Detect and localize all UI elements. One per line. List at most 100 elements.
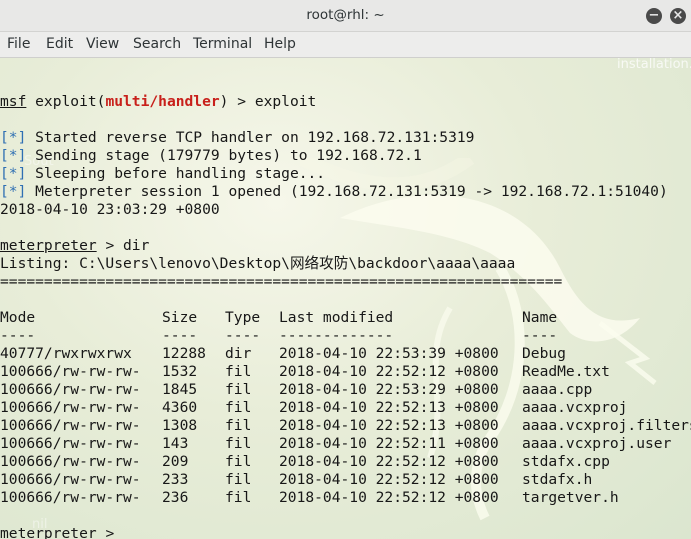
prompt-caret: > — [96, 525, 115, 539]
cell-modified: 2018-04-10 22:52:12 +0800 — [279, 471, 499, 488]
header-modified: Last modified — [279, 309, 394, 326]
cell-name: Debug — [522, 345, 566, 362]
file-table: 40777/rwxrwxrwx 12288 dir 2018-04-10 22:… — [0, 345, 691, 507]
status-text: Sending stage (179779 bytes) to 192.168.… — [26, 147, 422, 164]
menu-terminal[interactable]: Terminal — [193, 32, 252, 57]
table-row: 100666/rw-rw-rw- 236 fil 2018-04-10 22:5… — [0, 489, 691, 507]
cell-modified: 2018-04-10 22:52:11 +0800 — [279, 435, 499, 452]
command-text: > exploit — [228, 93, 317, 110]
status-marker: [*] — [0, 165, 27, 182]
table-row: 100666/rw-rw-rw- 143 fil 2018-04-10 22:5… — [0, 435, 691, 453]
cell-size: 4360 — [162, 399, 198, 416]
terminal-window: root@rhl: ~ − × File Edit View Search Te… — [0, 0, 691, 539]
cell-type: fil — [225, 417, 252, 434]
status-text: Started reverse TCP handler on 192.168.7… — [26, 129, 475, 146]
table-row: 100666/rw-rw-rw- 233 fil 2018-04-10 22:5… — [0, 471, 691, 489]
cell-modified: 2018-04-10 22:52:12 +0800 — [279, 453, 499, 470]
table-row: 100666/rw-rw-rw- 1308 fil 2018-04-10 22:… — [0, 417, 691, 435]
status-marker: [*] — [0, 183, 27, 200]
header-underline: ---- — [225, 327, 261, 344]
window-title: root@rhl: ~ — [306, 7, 385, 23]
header-underline: ---- — [162, 327, 198, 344]
menu-view[interactable]: View — [86, 32, 119, 57]
cell-type: fil — [225, 363, 252, 380]
cell-modified: 2018-04-10 22:53:29 +0800 — [279, 381, 499, 398]
table-row: 100666/rw-rw-rw- 209 fil 2018-04-10 22:5… — [0, 453, 691, 471]
cell-type: fil — [225, 435, 252, 452]
cell-modified: 2018-04-10 22:52:13 +0800 — [279, 417, 499, 434]
cell-type: fil — [225, 471, 252, 488]
dir-command-line: meterpreter > dir — [0, 237, 149, 255]
cell-mode: 100666/rw-rw-rw- — [0, 489, 141, 506]
table-row: 40777/rwxrwxrwx 12288 dir 2018-04-10 22:… — [0, 345, 691, 363]
cell-name: aaaa.vcxproj.filters — [522, 417, 691, 434]
cell-mode: 100666/rw-rw-rw- — [0, 381, 141, 398]
header-type: Type — [225, 309, 261, 326]
status-line: [*] Sending stage (179779 bytes) to 192.… — [0, 147, 422, 165]
cell-type: fil — [225, 453, 252, 470]
cell-size: 236 — [162, 489, 189, 506]
cell-name: stdafx.cpp — [522, 453, 610, 470]
cell-size: 233 — [162, 471, 189, 488]
status-line: [*] Started reverse TCP handler on 192.1… — [0, 129, 474, 147]
status-text: Sleeping before handling stage... — [26, 165, 326, 182]
status-line: [*] Sleeping before handling stage... — [0, 165, 325, 183]
cell-size: 12288 — [162, 345, 206, 362]
header-underline: ------------- — [279, 327, 394, 344]
listing-path: Listing: C:\Users\lenovo\Desktop\网络攻防\ba… — [0, 255, 516, 272]
cell-name: aaaa.vcxproj.user — [522, 435, 672, 452]
terminal-output[interactable]: installation. Sout nil msf exploit(multi… — [0, 58, 691, 539]
cell-mode: 100666/rw-rw-rw- — [0, 471, 141, 488]
cell-name: targetver.h — [522, 489, 619, 506]
minimize-icon[interactable]: − — [646, 8, 662, 24]
desktop-installation-label: installation. — [617, 58, 691, 72]
status-marker: [*] — [0, 147, 27, 164]
cell-size: 143 — [162, 435, 189, 452]
cell-size: 1308 — [162, 417, 198, 434]
header-mode: Mode — [0, 309, 36, 326]
title-bar[interactable]: root@rhl: ~ − × — [0, 0, 691, 32]
menu-bar: File Edit View Search Terminal Help — [0, 32, 691, 58]
cell-mode: 100666/rw-rw-rw- — [0, 417, 141, 434]
status-line: [*] Meterpreter session 1 opened (192.16… — [0, 183, 668, 201]
menu-search[interactable]: Search — [133, 32, 181, 57]
header-name: Name — [522, 309, 558, 326]
cell-name: stdafx.h — [522, 471, 593, 488]
meterpreter-prompt: meterpreter — [0, 237, 97, 254]
cell-type: fil — [225, 399, 252, 416]
header-underline: ---- — [522, 327, 558, 344]
header-underline: ---- — [0, 327, 36, 344]
command-line: msf exploit(multi/handler) > exploit — [0, 93, 316, 111]
meterpreter-prompt: meterpreter — [0, 525, 97, 539]
cell-name: aaaa.vcxproj — [522, 399, 628, 416]
cell-mode: 100666/rw-rw-rw- — [0, 453, 141, 470]
cell-mode: 100666/rw-rw-rw- — [0, 363, 141, 380]
table-row: 100666/rw-rw-rw- 1532 fil 2018-04-10 22:… — [0, 363, 691, 381]
session-timestamp: 2018-04-10 23:03:29 +0800 — [0, 201, 220, 218]
listing-separator: ========================================… — [0, 273, 563, 290]
dir-command-text: > dir — [96, 237, 150, 254]
cell-type: fil — [225, 489, 252, 506]
exploit-label: exploit( — [26, 93, 106, 110]
header-size: Size — [162, 309, 198, 326]
cell-type: fil — [225, 381, 252, 398]
menu-help[interactable]: Help — [264, 32, 296, 57]
module-name: multi/handler — [105, 93, 220, 110]
cell-mode: 40777/rwxrwxrwx — [0, 345, 132, 362]
cell-mode: 100666/rw-rw-rw- — [0, 399, 141, 416]
cell-name: ReadMe.txt — [522, 363, 610, 380]
cell-modified: 2018-04-10 22:52:13 +0800 — [279, 399, 499, 416]
table-row: 100666/rw-rw-rw- 4360 fil 2018-04-10 22:… — [0, 399, 691, 417]
final-prompt-line[interactable]: meterpreter > — [0, 525, 114, 539]
status-text: Meterpreter session 1 opened (192.168.72… — [26, 183, 668, 200]
cell-size: 1532 — [162, 363, 198, 380]
close-icon[interactable]: × — [670, 8, 686, 24]
menu-file[interactable]: File — [7, 32, 30, 57]
cell-size: 209 — [162, 453, 189, 470]
msf-prompt: msf — [0, 93, 27, 110]
cell-size: 1845 — [162, 381, 198, 398]
menu-edit[interactable]: Edit — [46, 32, 73, 57]
cell-name: aaaa.cpp — [522, 381, 593, 398]
status-marker: [*] — [0, 129, 27, 146]
cell-modified: 2018-04-10 22:52:12 +0800 — [279, 363, 499, 380]
